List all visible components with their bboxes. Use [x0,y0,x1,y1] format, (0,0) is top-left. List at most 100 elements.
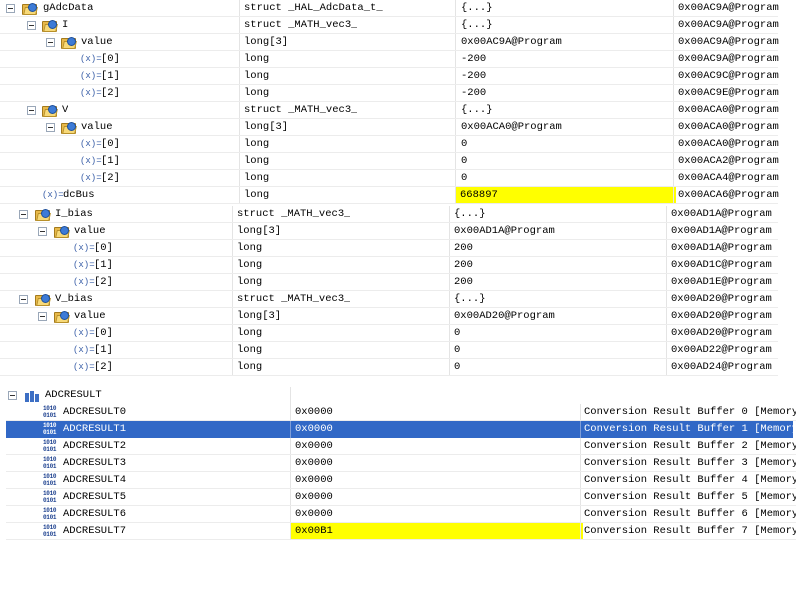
tree-row-v[interactable]: V struct _MATH_vec3_ {...} 0x00ACA0@Prog… [0,102,779,119]
expression-type: long [244,53,270,65]
tree-row-i-value[interactable]: value long[3] 0x00AC9A@Program 0x00AC9A@… [0,34,779,51]
collapse-toggle[interactable] [46,38,55,47]
register-value[interactable]: 0x0000 [295,472,333,489]
array-folder-icon [61,37,77,49]
collapse-toggle[interactable] [8,391,17,400]
register-value[interactable]: 0x0000 [295,455,333,472]
tree-row-element[interactable]: (x)= [1] long 0 0x00ACA2@Program [0,153,779,170]
expression-value[interactable]: 0 [461,153,467,170]
tree-row-v-value[interactable]: value long[3] 0x00ACA0@Program 0x00ACA0@… [0,119,779,136]
expression-value[interactable]: -200 [461,51,486,68]
expression-address: 0x00AD20@Program [671,327,772,339]
expression-value[interactable]: -200 [461,85,486,102]
collapse-toggle[interactable] [19,295,28,304]
tree-row-element[interactable]: (x)= [1] long 0 0x00AD22@Program [0,342,778,359]
expression-type: long[3] [237,310,282,322]
register-description: Conversion Result Buffer 1 [Memory [584,423,796,435]
tree-row-i-bias[interactable]: I_bias struct _MATH_vec3_ {...} 0x00AD1A… [0,206,778,223]
expression-value[interactable]: 0x00AD1A@Program [454,223,555,240]
collapse-toggle[interactable] [6,4,15,13]
expression-value[interactable]: 0x00AD20@Program [454,308,555,325]
expression-address: 0x00AD1E@Program [671,276,772,288]
expression-address: 0x00ACA2@Program [678,155,779,167]
expression-value[interactable]: {...} [461,102,493,119]
register-row[interactable]: 1010 0101 ADCRESULT2 0x0000 Conversion Re… [0,438,796,455]
tree-row-element[interactable]: (x)= [2] long 200 0x00AD1E@Program [0,274,778,291]
collapse-toggle[interactable] [38,227,47,236]
tree-row-element[interactable]: (x)= [2] long 0 0x00ACA4@Program [0,170,779,187]
expression-type: long [237,242,263,254]
collapse-toggle[interactable] [38,312,47,321]
register-row-selected[interactable]: 1010 0101 ADCRESULT1 0x0000 Conversion Re… [6,421,796,438]
expression-address: 0x00AD22@Program [671,344,772,356]
expression-value[interactable]: 200 [454,274,473,291]
variable-icon: (x)= [73,260,95,270]
tree-row-gadcdata[interactable]: gAdcData struct _HAL_AdcData_t_ {...} 0x… [0,0,779,17]
binary-register-icon: 1010 0101 [43,422,57,436]
expression-type: long [237,276,263,288]
collapse-toggle[interactable] [46,123,55,132]
expression-value-changed[interactable]: 668897 [456,187,676,204]
expression-type: long [244,87,270,99]
tree-row-element[interactable]: (x)= [2] long -200 0x00AC9E@Program [0,85,779,102]
expression-value[interactable]: 0 [461,170,467,187]
tree-row-element[interactable]: (x)= [0] long 200 0x00AD1A@Program [0,240,778,257]
expression-value[interactable]: -200 [461,68,486,85]
register-row[interactable]: 1010 0101 ADCRESULT6 0x0000 Conversion Re… [0,506,796,523]
expression-type: long [244,138,270,150]
tree-row-v-bias-value[interactable]: value long[3] 0x00AD20@Program 0x00AD20@… [0,308,778,325]
expression-value[interactable]: {...} [461,17,493,34]
register-row[interactable]: 1010 0101 ADCRESULT0 0x0000 Conversion Re… [0,404,796,421]
expression-address: 0x00AD24@Program [671,361,772,373]
register-value[interactable]: 0x0000 [295,438,333,455]
expression-type: long [244,172,270,184]
collapse-toggle[interactable] [27,106,36,115]
register-name: ADCRESULT7 [63,525,127,537]
tree-row-v-bias[interactable]: V_bias struct _MATH_vec3_ {...} 0x00AD20… [0,291,778,308]
expression-value[interactable]: 0 [454,342,460,359]
expression-value[interactable]: {...} [454,206,486,223]
tree-row-element[interactable]: (x)= [1] long 200 0x00AD1C@Program [0,257,778,274]
tree-row-element[interactable]: (x)= [0] long -200 0x00AC9A@Program [0,51,779,68]
expression-type: long [237,361,263,373]
collapse-toggle[interactable] [27,21,36,30]
variable-icon: (x)= [80,139,102,149]
tree-row-element[interactable]: (x)= [0] long 0 0x00AD20@Program [0,325,778,342]
register-description: Conversion Result Buffer 3 [Memory [584,457,796,469]
register-row[interactable]: 1010 0101 ADCRESULT7 0x00B1 Conversion Re… [0,523,796,540]
expression-type: long[3] [244,36,289,48]
expression-value[interactable]: 200 [454,240,473,257]
expression-value[interactable]: {...} [454,291,486,308]
expression-address: 0x00AD1A@Program [671,208,772,220]
expression-value[interactable]: 0x00AC9A@Program [461,34,562,51]
register-row[interactable]: 1010 0101 ADCRESULT3 0x0000 Conversion Re… [0,455,796,472]
register-description: Conversion Result Buffer 0 [Memory [584,406,796,418]
expression-value[interactable]: {...} [461,0,493,17]
expression-type: struct _MATH_vec3_ [244,19,358,31]
register-value[interactable]: 0x0000 [295,404,333,421]
expression-address: 0x00AC9A@Program [678,36,779,48]
collapse-toggle[interactable] [19,210,28,219]
tree-row-i[interactable]: I struct _MATH_vec3_ {...} 0x00AC9A@Prog… [0,17,779,34]
tree-row-element[interactable]: (x)= [2] long 0 0x00AD24@Program [0,359,778,376]
expression-value[interactable]: 0 [454,325,460,342]
register-group-row[interactable]: ADCRESULT [0,387,796,404]
tree-row-element[interactable]: (x)= [1] long -200 0x00AC9C@Program [0,68,779,85]
register-row[interactable]: 1010 0101 ADCRESULT5 0x0000 Conversion Re… [0,489,796,506]
expression-name: V [62,104,69,116]
expression-value[interactable]: 0 [461,136,467,153]
register-row[interactable]: 1010 0101 ADCRESULT4 0x0000 Conversion Re… [0,472,796,489]
tree-row-dcbus[interactable]: (x)= dcBus long 668897 0x00ACA6@Program [0,187,779,204]
register-value[interactable]: 0x0000 [295,489,333,506]
expression-address: 0x00AC9A@Program [678,2,779,14]
expression-value[interactable]: 200 [454,257,473,274]
expression-value[interactable]: 0x00ACA0@Program [461,119,562,136]
tree-row-i-bias-value[interactable]: value long[3] 0x00AD1A@Program 0x00AD1A@… [0,223,778,240]
register-value-changed[interactable]: 0x00B1 [291,523,583,540]
struct-folder-icon [42,105,58,117]
expression-value[interactable]: 0 [454,359,460,376]
register-value[interactable]: 0x0000 [295,506,333,523]
register-value[interactable]: 0x0000 [295,421,333,438]
tree-row-element[interactable]: (x)= [0] long 0 0x00ACA0@Program [0,136,779,153]
register-description: Conversion Result Buffer 2 [Memory [584,440,796,452]
